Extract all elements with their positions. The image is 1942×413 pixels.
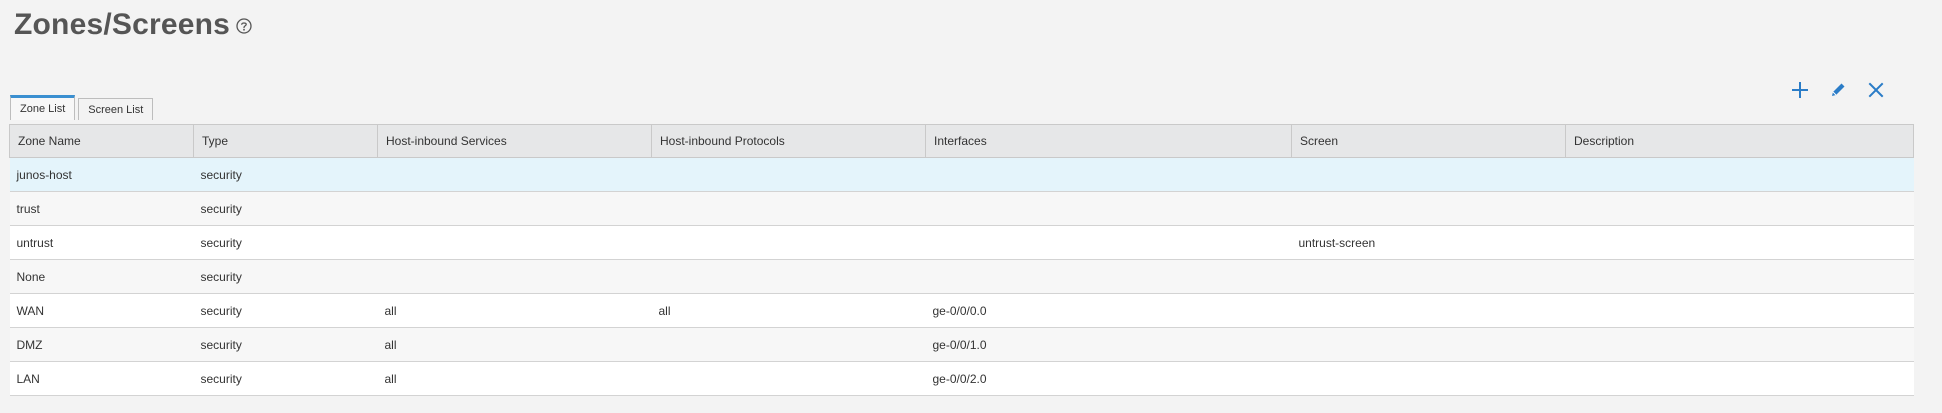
cell-type: security (193, 361, 378, 396)
pencil-icon (1829, 81, 1847, 104)
cell-type: security (193, 225, 378, 260)
cell-host-inbound-services: all (377, 361, 652, 396)
cell-description (1565, 225, 1914, 260)
cell-host-inbound-services (377, 259, 652, 294)
cell-type: security (193, 259, 378, 294)
cell-zone-name: None (9, 259, 194, 294)
table-row[interactable]: LAN security all ge-0/0/2.0 (9, 361, 1914, 396)
add-button[interactable] (1788, 80, 1812, 104)
table-row[interactable]: junos-host security (9, 157, 1914, 192)
cell-host-inbound-protocols (651, 191, 926, 226)
cell-interfaces (925, 157, 1292, 192)
cell-host-inbound-protocols (651, 259, 926, 294)
table-row[interactable]: WAN security all all ge-0/0/0.0 (9, 293, 1914, 328)
cell-zone-name: WAN (9, 293, 194, 328)
cell-zone-name: LAN (9, 361, 194, 396)
column-header-host-inbound-services[interactable]: Host-inbound Services (377, 124, 652, 158)
cell-screen (1291, 361, 1566, 396)
edit-button[interactable] (1826, 80, 1850, 104)
cell-zone-name: untrust (9, 225, 194, 260)
table-row[interactable]: DMZ security all ge-0/0/1.0 (9, 327, 1914, 362)
page-title: Zones/Screens (14, 8, 231, 41)
cell-type: security (193, 157, 378, 192)
cell-host-inbound-protocols: all (651, 293, 926, 328)
cell-host-inbound-services (377, 191, 652, 226)
cell-host-inbound-protocols (651, 361, 926, 396)
close-icon (1867, 81, 1885, 104)
help-circle-icon[interactable] (236, 18, 252, 34)
tab-zone-list[interactable]: Zone List (10, 95, 76, 120)
cell-interfaces: ge-0/0/2.0 (925, 361, 1292, 396)
zone-list-table: Zone Name Type Host-inbound Services Hos… (9, 124, 1914, 396)
cell-description (1565, 191, 1914, 226)
cell-description (1565, 293, 1914, 328)
column-header-screen[interactable]: Screen (1291, 124, 1566, 158)
cell-host-inbound-protocols (651, 157, 926, 192)
cell-interfaces: ge-0/0/0.0 (925, 293, 1292, 328)
cell-description (1565, 157, 1914, 192)
table-row[interactable]: trust security (9, 191, 1914, 226)
cell-screen (1291, 157, 1566, 192)
column-header-description[interactable]: Description (1565, 124, 1914, 158)
cell-type: security (193, 327, 378, 362)
cell-type: security (193, 191, 378, 226)
column-header-interfaces[interactable]: Interfaces (925, 124, 1292, 158)
cell-zone-name: DMZ (9, 327, 194, 362)
table-header-row: Zone Name Type Host-inbound Services Hos… (9, 124, 1914, 158)
cell-screen: untrust-screen (1291, 225, 1566, 260)
cell-host-inbound-services (377, 157, 652, 192)
cell-screen (1291, 259, 1566, 294)
cell-description (1565, 327, 1914, 362)
table-row[interactable]: untrust security untrust-screen (9, 225, 1914, 260)
cell-screen (1291, 327, 1566, 362)
cell-description (1565, 361, 1914, 396)
cell-description (1565, 259, 1914, 294)
cell-host-inbound-protocols (651, 225, 926, 260)
column-header-host-inbound-protocols[interactable]: Host-inbound Protocols (651, 124, 926, 158)
cell-screen (1291, 191, 1566, 226)
cell-zone-name: junos-host (9, 157, 194, 192)
grid-toolbar (1788, 80, 1888, 104)
cell-interfaces: ge-0/0/1.0 (925, 327, 1292, 362)
zones-screens-page: Zones/Screens Zone List Screen List Zone… (0, 0, 1942, 413)
tab-bar: Zone List Screen List (10, 95, 154, 120)
cell-type: security (193, 293, 378, 328)
cell-host-inbound-services (377, 225, 652, 260)
tab-screen-list[interactable]: Screen List (78, 98, 154, 120)
cell-host-inbound-services: all (377, 327, 652, 362)
cell-host-inbound-services: all (377, 293, 652, 328)
cell-interfaces (925, 191, 1292, 226)
column-header-zone-name[interactable]: Zone Name (9, 124, 194, 158)
cell-zone-name: trust (9, 191, 194, 226)
column-header-type[interactable]: Type (193, 124, 378, 158)
cell-interfaces (925, 225, 1292, 260)
cell-host-inbound-protocols (651, 327, 926, 362)
table-row[interactable]: None security (9, 259, 1914, 294)
cell-screen (1291, 293, 1566, 328)
plus-icon (1791, 81, 1809, 104)
cell-interfaces (925, 259, 1292, 294)
delete-button[interactable] (1864, 80, 1888, 104)
